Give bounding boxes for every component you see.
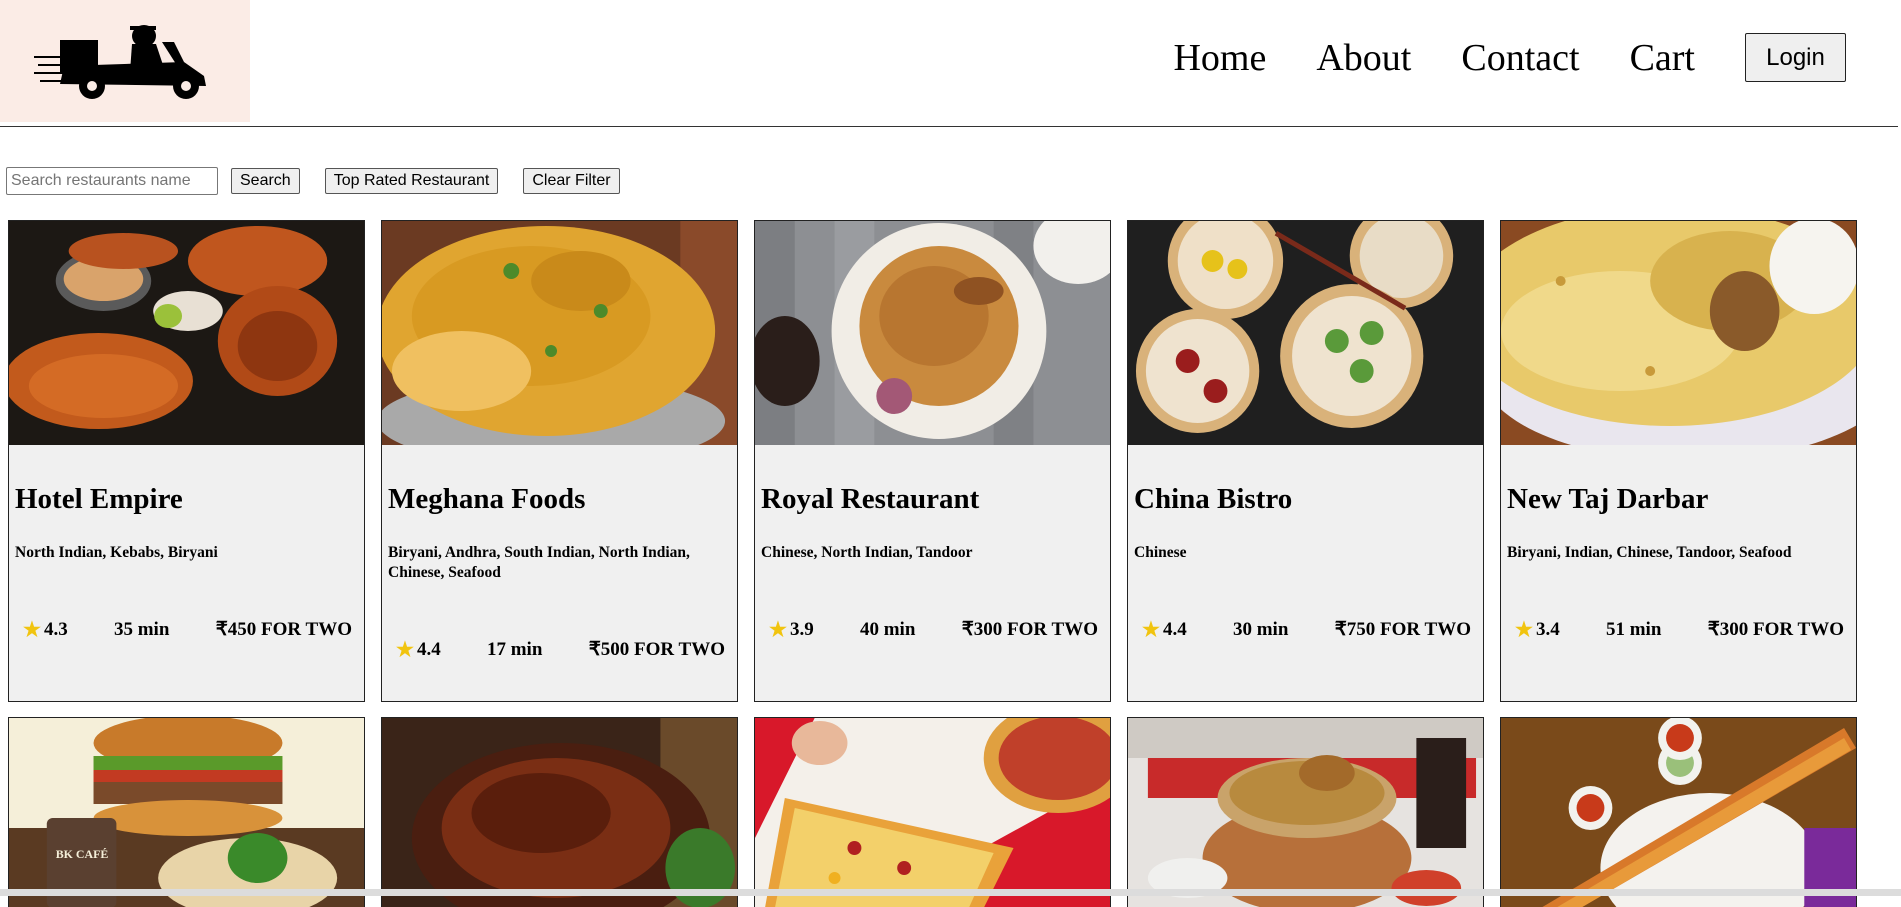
restaurant-card[interactable]: [754, 717, 1111, 907]
delivery-time: 51 min: [1605, 618, 1662, 640]
star-icon: ★: [1515, 618, 1533, 641]
restaurant-name: Royal Restaurant: [761, 483, 980, 515]
restaurant-card[interactable]: [1500, 717, 1857, 907]
restaurant-name: Hotel Empire: [15, 483, 183, 515]
rating: ★ 4.4: [396, 638, 441, 661]
restaurant-card[interactable]: New Taj Darbar Biryani, Indian, Chinese,…: [1500, 220, 1857, 702]
restaurant-image: [1501, 221, 1856, 445]
delivery-scooter-icon: [34, 25, 206, 99]
restaurant-card[interactable]: [1127, 717, 1484, 907]
restaurant-grid-row-2: BK CAFÉ: [8, 717, 1890, 907]
restaurant-card[interactable]: Meghana Foods Biryani, Andhra, South Ind…: [381, 220, 738, 702]
nav-contact-link[interactable]: Contact: [1461, 39, 1579, 77]
nav-about-link[interactable]: About: [1316, 39, 1411, 77]
filter-bar: Search Top Rated Restaurant Clear Filter: [6, 166, 620, 195]
restaurant-meta: ★ 4.4 17 min ₹500 FOR TWO: [396, 638, 725, 661]
restaurant-meta: ★ 3.9 40 min ₹300 FOR TWO: [769, 618, 1098, 641]
nav-home-link[interactable]: Home: [1173, 39, 1266, 77]
horizontal-scrollbar[interactable]: [0, 889, 1901, 896]
restaurant-meta: ★ 4.3 35 min ₹450 FOR TWO: [23, 618, 352, 641]
login-button[interactable]: Login: [1745, 33, 1846, 82]
delivery-time: 40 min: [859, 618, 916, 640]
restaurant-cuisines: Chinese, North Indian, Tandoor: [761, 544, 973, 561]
delivery-time: 17 min: [486, 638, 543, 660]
restaurant-image: [382, 718, 737, 907]
restaurant-card[interactable]: BK CAFÉ: [8, 717, 365, 907]
rating: ★ 3.4: [1515, 618, 1560, 641]
restaurant-image: [9, 221, 364, 445]
star-icon: ★: [769, 618, 787, 641]
restaurant-image: [755, 221, 1110, 445]
restaurant-cuisines: North Indian, Kebabs, Biryani: [15, 544, 218, 561]
bk-cafe-cup-text: BK CAFÉ: [56, 847, 109, 861]
main-nav: Home About Contact Cart Login: [1173, 0, 1898, 115]
restaurant-cuisines: Biryani, Andhra, South Indian, North Ind…: [388, 544, 690, 581]
delivery-time: 30 min: [1232, 618, 1289, 640]
restaurant-image: [755, 718, 1110, 907]
cost-for-two: ₹750 FOR TWO: [1334, 619, 1471, 640]
restaurant-image: [1128, 221, 1483, 445]
restaurant-image: BK CAFÉ: [9, 718, 364, 907]
restaurant-grid: Hotel Empire North Indian, Kebabs, Birya…: [8, 220, 1890, 702]
restaurant-image: [382, 221, 737, 445]
cost-for-two: ₹500 FOR TWO: [588, 639, 725, 660]
nav-cart-link[interactable]: Cart: [1630, 39, 1695, 77]
site-header: Home About Contact Cart Login: [0, 0, 1898, 127]
cost-for-two: ₹450 FOR TWO: [215, 619, 352, 640]
restaurant-image: [1128, 718, 1483, 907]
cost-for-two: ₹300 FOR TWO: [1707, 619, 1844, 640]
restaurant-meta: ★ 3.4 51 min ₹300 FOR TWO: [1515, 618, 1844, 641]
restaurant-name: Meghana Foods: [388, 483, 586, 515]
logo[interactable]: [0, 0, 250, 122]
star-icon: ★: [1142, 618, 1160, 641]
restaurant-cuisines: Chinese: [1134, 544, 1187, 561]
restaurant-image: [1501, 718, 1856, 907]
restaurant-card[interactable]: Hotel Empire North Indian, Kebabs, Birya…: [8, 220, 365, 702]
clear-filter-button[interactable]: Clear Filter: [523, 167, 620, 194]
rating: ★ 4.3: [23, 618, 68, 641]
restaurant-card[interactable]: Royal Restaurant Chinese, North Indian, …: [754, 220, 1111, 702]
search-input[interactable]: [6, 166, 218, 195]
restaurant-name: China Bistro: [1134, 483, 1293, 515]
restaurant-name: New Taj Darbar: [1507, 483, 1709, 515]
search-button[interactable]: Search: [231, 167, 300, 194]
restaurant-card[interactable]: [381, 717, 738, 907]
rating: ★ 4.4: [1142, 618, 1187, 641]
rating: ★ 3.9: [769, 618, 814, 641]
cost-for-two: ₹300 FOR TWO: [961, 619, 1098, 640]
restaurant-meta: ★ 4.4 30 min ₹750 FOR TWO: [1142, 618, 1471, 641]
restaurant-cuisines: Biryani, Indian, Chinese, Tandoor, Seafo…: [1507, 544, 1792, 561]
delivery-time: 35 min: [113, 618, 170, 640]
restaurant-card[interactable]: China Bistro Chinese ★ 4.4 30 min ₹750 FO…: [1127, 220, 1484, 702]
star-icon: ★: [23, 618, 41, 641]
top-rated-button[interactable]: Top Rated Restaurant: [324, 167, 499, 194]
star-icon: ★: [396, 638, 414, 661]
